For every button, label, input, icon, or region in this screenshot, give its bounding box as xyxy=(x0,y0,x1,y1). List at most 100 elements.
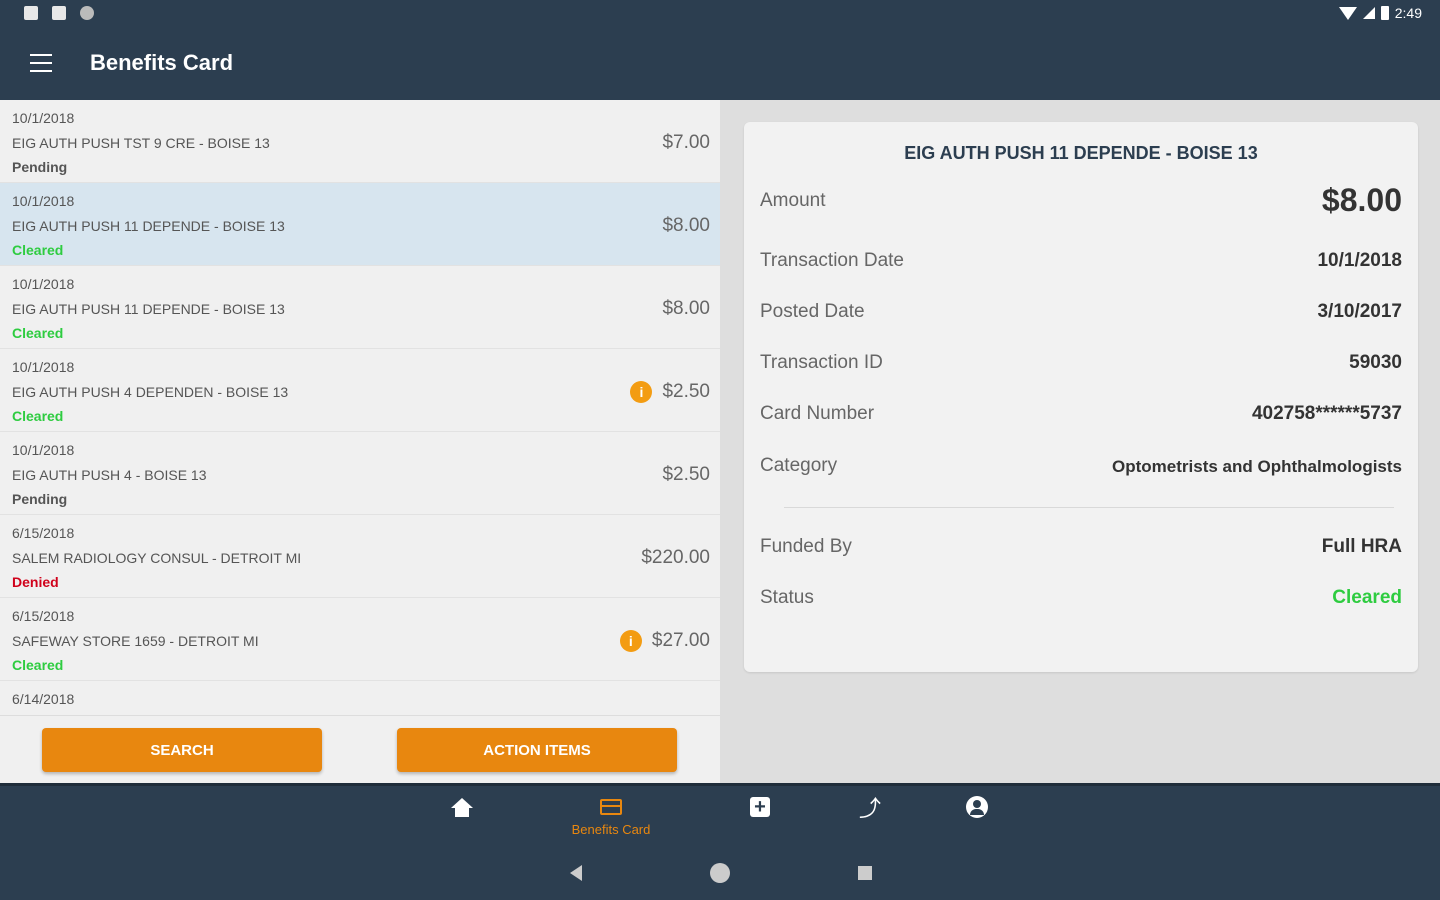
transaction-row[interactable]: 10/1/2018 EIG AUTH PUSH 4 - BOISE 13 Pen… xyxy=(0,432,720,515)
hamburger-menu-icon[interactable] xyxy=(30,54,52,72)
transaction-date: 10/1/2018 xyxy=(12,276,75,292)
transaction-detail-card: EIG AUTH PUSH 11 DEPENDE - BOISE 13 Amou… xyxy=(744,122,1418,672)
transaction-merchant: SAFEWAY STORE 1659 - DETROIT MI xyxy=(12,633,259,649)
transaction-merchant: EIG AUTH PUSH 11 DEPENDE - BOISE 13 xyxy=(12,301,285,317)
trending-up-icon: ⤴ xyxy=(858,796,881,821)
app-bar: Benefits Card xyxy=(0,30,1440,98)
bottom-navigation: Benefits Card + ⤴ xyxy=(0,783,1440,846)
home-circle-icon[interactable] xyxy=(710,863,730,883)
transaction-date-field: Transaction Date 10/1/2018 xyxy=(760,246,1402,276)
battery-icon xyxy=(1380,6,1389,20)
category-label: Category xyxy=(760,455,838,476)
transaction-date: 6/15/2018 xyxy=(12,525,75,541)
card-number-label: Card Number xyxy=(760,403,875,424)
transaction-merchant: EIG AUTH PUSH 4 DEPENDEN - BOISE 13 xyxy=(12,384,289,400)
card-number-value: 402758******5737 xyxy=(1251,403,1402,424)
action-button-bar: SEARCH ACTION ITEMS xyxy=(0,715,720,783)
status-value: Cleared xyxy=(1332,587,1402,608)
transaction-row[interactable]: 6/15/2018 SALEM RADIOLOGY CONSUL - DETRO… xyxy=(0,515,720,598)
transaction-amount-wrap: i $27.00 xyxy=(619,630,710,652)
transaction-status: Pending xyxy=(12,491,68,507)
clock: 2:49 xyxy=(1394,5,1422,21)
nav-account[interactable] xyxy=(947,794,1007,842)
status-field: Status Cleared xyxy=(760,583,1402,613)
transaction-status: Cleared xyxy=(12,325,64,341)
transaction-amount: $27.00 xyxy=(651,630,710,651)
transaction-list[interactable]: 10/1/2018 EIG AUTH PUSH TST 9 CRE - BOIS… xyxy=(0,100,720,715)
category-value: Optometrists and Ophthalmologists xyxy=(1112,457,1402,476)
transaction-merchant: EIG AUTH PUSH 4 - BOISE 13 xyxy=(12,467,207,483)
home-icon xyxy=(451,797,473,817)
card-number-field: Card Number 402758******5737 xyxy=(760,399,1402,429)
transaction-row[interactable]: 6/14/2018 xyxy=(0,681,720,715)
transaction-row[interactable]: 10/1/2018 EIG AUTH PUSH 4 DEPENDEN - BOI… xyxy=(0,349,720,432)
transaction-date: 10/1/2018 xyxy=(12,110,75,126)
transaction-row[interactable]: 10/1/2018 EIG AUTH PUSH TST 9 CRE - BOIS… xyxy=(0,100,720,183)
transaction-amount-wrap: i $2.50 xyxy=(630,381,710,403)
posted-date-value: 3/10/2017 xyxy=(1317,301,1402,322)
transaction-amount: $220.00 xyxy=(641,547,710,568)
detail-divider xyxy=(784,507,1394,508)
transaction-status: Cleared xyxy=(12,657,64,673)
funded-by-value: Full HRA xyxy=(1321,536,1402,557)
system-navigation-bar xyxy=(0,846,1440,900)
transaction-amount: $8.00 xyxy=(662,298,710,319)
search-button[interactable]: SEARCH xyxy=(42,728,322,772)
status-bar: 2:49 xyxy=(0,0,1440,30)
transaction-merchant: SALEM RADIOLOGY CONSUL - DETROIT MI xyxy=(12,550,302,566)
notification-icon xyxy=(24,6,38,20)
transaction-date-label: Transaction Date xyxy=(760,250,904,271)
wifi-icon xyxy=(1338,6,1357,20)
transaction-date: 10/1/2018 xyxy=(12,193,75,209)
transaction-status: Cleared xyxy=(12,408,64,424)
transaction-amount: $8.00 xyxy=(662,215,710,236)
transaction-amount: $2.50 xyxy=(662,464,710,485)
transaction-amount-wrap: $2.50 xyxy=(662,464,710,486)
status-label: Status xyxy=(760,587,814,608)
credit-card-icon xyxy=(600,799,622,815)
transaction-amount-wrap: $8.00 xyxy=(662,298,710,320)
nav-benefits-card[interactable]: Benefits Card xyxy=(565,794,657,842)
transaction-status: Cleared xyxy=(12,242,64,258)
transaction-merchant: EIG AUTH PUSH 11 DEPENDE - BOISE 13 xyxy=(12,218,285,234)
nav-add[interactable]: + xyxy=(730,794,790,842)
action-items-button[interactable]: ACTION ITEMS xyxy=(397,728,677,772)
nav-trends[interactable]: ⤴ xyxy=(840,794,900,842)
sd-card-icon xyxy=(52,6,66,20)
transaction-row[interactable]: 10/1/2018 EIG AUTH PUSH 11 DEPENDE - BOI… xyxy=(0,183,720,266)
transaction-amount: $2.50 xyxy=(662,381,710,402)
funded-by-field: Funded By Full HRA xyxy=(760,532,1402,562)
info-icon[interactable]: i xyxy=(630,381,653,403)
transaction-detail-pane: EIG AUTH PUSH 11 DEPENDE - BOISE 13 Amou… xyxy=(720,100,1440,783)
amount-value: $8.00 xyxy=(1321,182,1402,218)
back-icon[interactable] xyxy=(570,865,582,881)
transaction-status: Pending xyxy=(12,159,68,175)
amount-label: Amount xyxy=(760,190,826,211)
recent-apps-icon[interactable] xyxy=(858,866,872,880)
transaction-row[interactable]: 6/15/2018 SAFEWAY STORE 1659 - DETROIT M… xyxy=(0,598,720,681)
transaction-amount: $7.00 xyxy=(662,132,710,153)
nav-benefits-card-label: Benefits Card xyxy=(571,822,651,837)
info-icon[interactable]: i xyxy=(619,630,642,652)
transaction-row[interactable]: 10/1/2018 EIG AUTH PUSH 11 DEPENDE - BOI… xyxy=(0,266,720,349)
posted-date-label: Posted Date xyxy=(760,301,865,322)
transaction-date: 10/1/2018 xyxy=(12,359,75,375)
account-circle-icon xyxy=(966,796,988,818)
transaction-date: 6/14/2018 xyxy=(12,691,75,707)
transaction-date: 6/15/2018 xyxy=(12,608,75,624)
transaction-id-field: Transaction ID 59030 xyxy=(760,348,1402,378)
amount-field: Amount $8.00 xyxy=(760,182,1402,218)
detail-title: EIG AUTH PUSH 11 DEPENDE - BOISE 13 xyxy=(904,143,1258,163)
transaction-list-pane: 10/1/2018 EIG AUTH PUSH TST 9 CRE - BOIS… xyxy=(0,100,720,783)
sync-icon xyxy=(80,6,94,20)
page-title: Benefits Card xyxy=(90,50,234,75)
transaction-id-value: 59030 xyxy=(1349,352,1402,373)
transaction-merchant: EIG AUTH PUSH TST 9 CRE - BOISE 13 xyxy=(12,135,270,151)
transaction-status: Denied xyxy=(12,574,59,590)
transaction-date-value: 10/1/2018 xyxy=(1317,250,1402,271)
nav-home[interactable] xyxy=(432,794,492,842)
transaction-amount-wrap: $220.00 xyxy=(641,547,710,569)
transaction-id-label: Transaction ID xyxy=(760,352,883,373)
posted-date-field: Posted Date 3/10/2017 xyxy=(760,297,1402,327)
category-field: Category Optometrists and Ophthalmologis… xyxy=(760,451,1402,481)
